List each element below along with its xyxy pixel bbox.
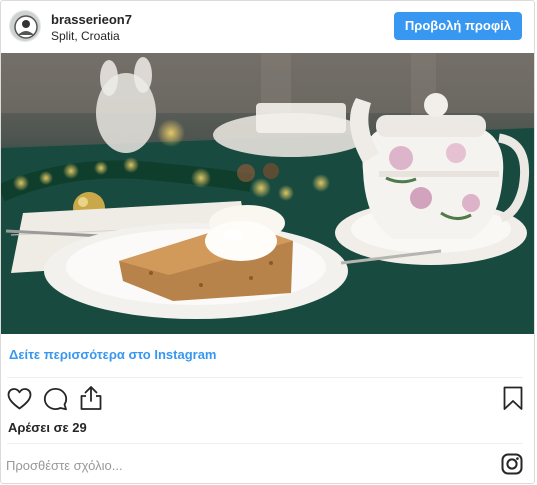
post-photo-illustration bbox=[1, 53, 534, 334]
share-icon[interactable] bbox=[79, 385, 103, 411]
bookmark-icon[interactable] bbox=[503, 386, 523, 411]
post-photo[interactable] bbox=[1, 53, 534, 334]
location[interactable]: Split, Croatia bbox=[51, 29, 120, 43]
username[interactable]: brasserieon7 bbox=[51, 12, 132, 27]
instagram-embed-card: brasserieon7 Split, Croatia Προβολή προφ… bbox=[0, 0, 535, 484]
see-more-on-instagram-link[interactable]: Δείτε περισσότερα στο Instagram bbox=[9, 347, 217, 362]
divider bbox=[7, 443, 523, 444]
post-header: brasserieon7 Split, Croatia Προβολή προφ… bbox=[1, 1, 534, 53]
instagram-logo-icon[interactable] bbox=[501, 453, 523, 475]
likes-count[interactable]: Αρέσει σε 29 bbox=[8, 420, 87, 435]
avatar[interactable] bbox=[9, 10, 41, 42]
avatar-image bbox=[10, 11, 40, 41]
comment-bubble-icon[interactable] bbox=[43, 387, 68, 411]
view-profile-button[interactable]: Προβολή προφίλ bbox=[393, 12, 522, 40]
comment-input[interactable] bbox=[6, 454, 476, 476]
heart-icon[interactable] bbox=[7, 387, 32, 411]
divider bbox=[7, 377, 523, 378]
